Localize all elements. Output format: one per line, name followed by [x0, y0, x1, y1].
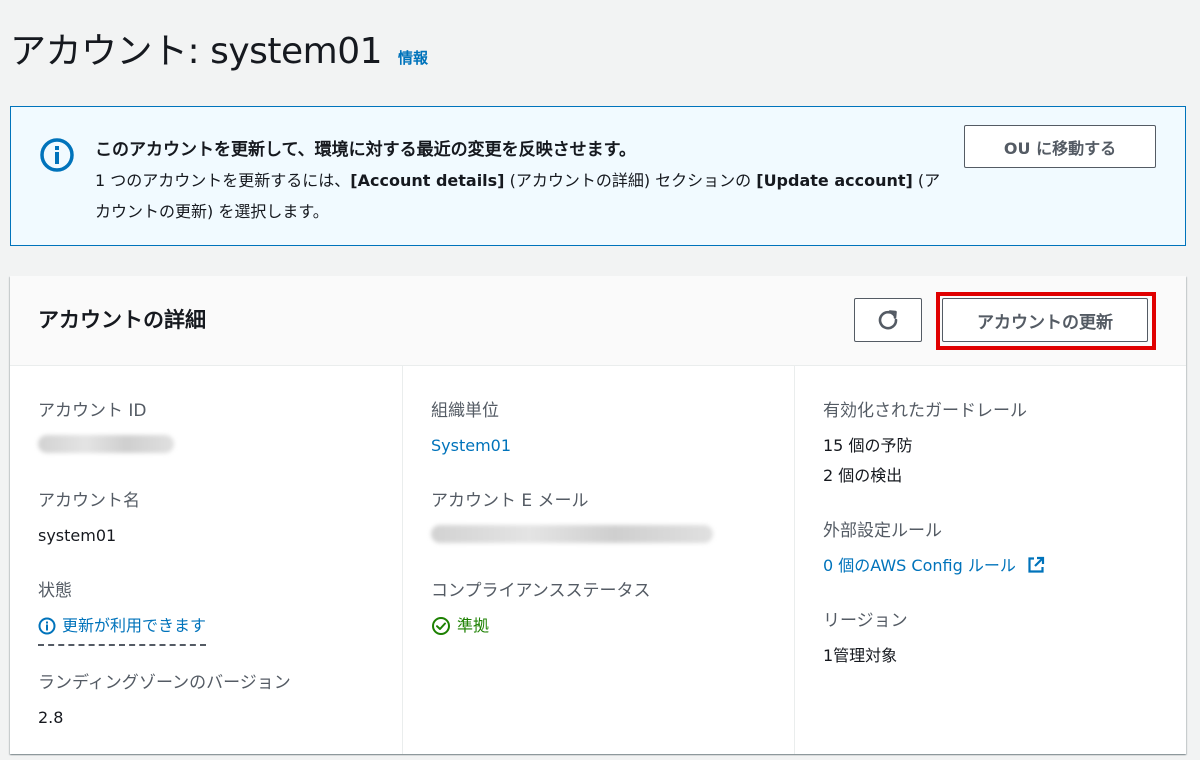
- guardrails-label: 有効化されたガードレール: [823, 401, 1027, 421]
- state-field: 状態 更新が利用できます: [38, 576, 207, 646]
- account-email-label: アカウント E メール: [431, 491, 589, 511]
- refresh-icon: [878, 310, 898, 330]
- account-id-field: アカウント ID: [38, 396, 174, 453]
- landing-zone-version-label: ランディングゾーンのバージョン: [38, 673, 291, 693]
- preventive-guardrails: 15 個の予防: [823, 436, 913, 455]
- ou-field: 組織単位 System01: [431, 396, 511, 461]
- flash-body-bold-account-details: [Account details]: [350, 171, 505, 190]
- ou-label: 組織単位: [431, 401, 499, 421]
- page-title: アカウント: system01: [10, 31, 383, 72]
- flash-body: 1 つのアカウントを更新するには、[Account details] (アカウン…: [95, 165, 955, 227]
- account-name-label: アカウント名: [38, 491, 140, 511]
- regions-label: リージョン: [823, 611, 908, 631]
- info-flash-banner: このアカウントを更新して、環境に対する最近の変更を反映させます。 1 つのアカウ…: [10, 106, 1186, 246]
- guardrails-field: 有効化されたガードレール 15 個の予防 2 個の検出: [823, 396, 1027, 491]
- account-details-panel: アカウントの詳細 アカウントの更新 アカウント ID アカウント名 system…: [10, 276, 1186, 754]
- config-rules-label: 外部設定ルール: [823, 521, 942, 541]
- account-email-redacted: [431, 525, 713, 543]
- flash-body-text: (アカウントの詳細) セクションの: [504, 171, 757, 190]
- ou-link[interactable]: System01: [431, 431, 511, 461]
- compliance-label: コンプライアンスステータス: [431, 581, 651, 601]
- update-available-status[interactable]: 更新が利用できます: [38, 611, 207, 646]
- compliance-text: 準拠: [457, 616, 490, 635]
- account-name-field: アカウント名 system01: [38, 486, 140, 551]
- info-icon: [38, 617, 56, 635]
- account-email-field: アカウント E メール: [431, 486, 713, 543]
- regions-field: リージョン 1管理対象: [823, 606, 908, 671]
- compliance-field: コンプライアンスステータス 準拠: [431, 576, 650, 646]
- landing-zone-version-field: ランディングゾーンのバージョン 2.8: [38, 668, 291, 733]
- detective-guardrails: 2 個の検出: [823, 466, 903, 485]
- details-column-1: アカウント ID アカウント名 system01 状態 更新が利用できます ラン…: [10, 366, 402, 754]
- details-column-2: 組織単位 System01 アカウント E メール コンプライアンスステータス …: [402, 366, 794, 754]
- details-column-3: 有効化されたガードレール 15 個の予防 2 個の検出 外部設定ルール 0 個の…: [794, 366, 1186, 754]
- update-account-button[interactable]: アカウントの更新: [942, 298, 1148, 342]
- config-rules-link[interactable]: 0 個のAWS Config ルール: [823, 556, 1045, 575]
- flash-body-bold-update-account: [Update account]: [756, 171, 913, 190]
- state-label: 状態: [38, 581, 72, 601]
- go-to-ou-button[interactable]: OU に移動する: [964, 125, 1156, 168]
- check-circle-icon: [432, 617, 450, 635]
- compliant-status: 準拠: [431, 611, 489, 641]
- config-rules-text: 0 個のAWS Config ルール: [823, 556, 1016, 575]
- config-rules-field: 外部設定ルール 0 個のAWS Config ルール: [823, 516, 1045, 581]
- guardrails-value: 15 個の予防 2 個の検出: [823, 431, 1027, 491]
- config-rules-value: 0 個のAWS Config ルール: [823, 551, 1045, 581]
- panel-title: アカウントの詳細: [38, 308, 206, 332]
- account-id-redacted: [38, 435, 174, 453]
- state-text: 更新が利用できます: [62, 616, 207, 635]
- account-name-value: system01: [38, 526, 117, 545]
- flash-body-text: 1 つのアカウントを更新するには、: [95, 171, 351, 190]
- external-link-icon: [1028, 556, 1045, 573]
- refresh-button[interactable]: [854, 298, 922, 342]
- landing-zone-version-value: 2.8: [38, 708, 64, 727]
- info-link[interactable]: 情報: [398, 47, 428, 68]
- flash-title: このアカウントを更新して、環境に対する最近の変更を反映させます。: [95, 140, 636, 160]
- state-value: 更新が利用できます: [38, 611, 207, 646]
- info-icon: [40, 138, 74, 172]
- panel-header: アカウントの詳細 アカウントの更新: [10, 276, 1186, 366]
- regions-value: 1管理対象: [823, 646, 898, 665]
- account-id-label: アカウント ID: [38, 401, 147, 421]
- page-header: アカウント: system01 情報: [10, 22, 428, 74]
- compliance-value: 準拠: [431, 611, 650, 646]
